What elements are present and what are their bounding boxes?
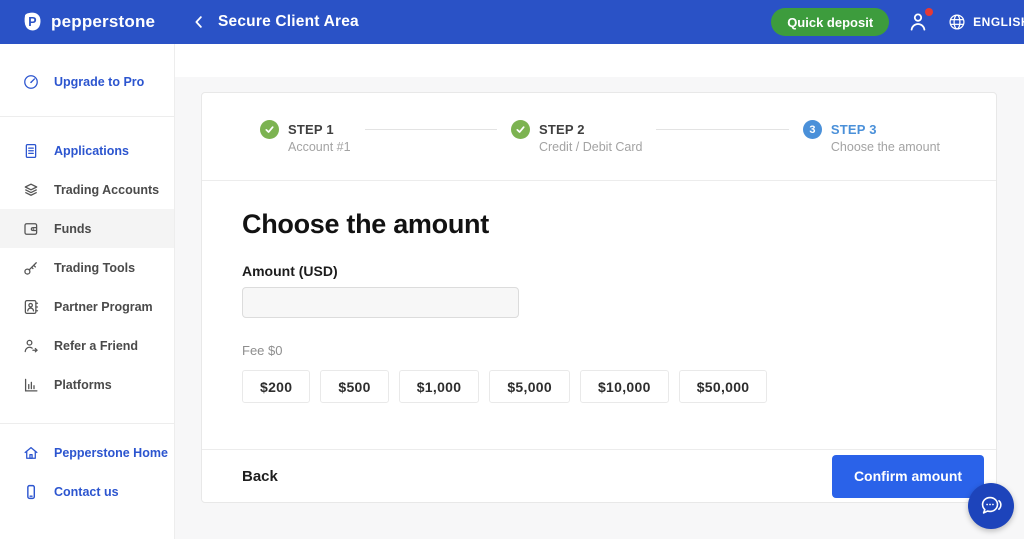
stepper-step-3: 3 STEP 3 Choose the amount (803, 120, 940, 154)
step-sublabel: Account #1 (288, 140, 351, 154)
confirm-amount-button[interactable]: Confirm amount (832, 455, 984, 498)
sidebar: Upgrade to Pro Applications Trading Acco… (0, 44, 175, 539)
sidebar-item-label: Partner Program (54, 300, 153, 314)
pepperstone-logo[interactable]: P pepperstone (0, 10, 175, 34)
stepper-connector (365, 129, 497, 130)
step-sublabel: Choose the amount (831, 140, 940, 154)
home-icon (22, 444, 40, 462)
top-bar: P pepperstone Secure Client Area Quick d… (0, 0, 1024, 44)
language-selector[interactable]: ENGLISH (947, 12, 1024, 32)
check-icon (260, 120, 279, 139)
sidebar-item-label: Upgrade to Pro (54, 75, 144, 89)
card-body: Choose the amount Amount (USD) Fee $0 $2… (202, 209, 996, 403)
check-icon (511, 120, 530, 139)
sidebar-item-pepperstone-home[interactable]: Pepperstone Home (0, 433, 174, 472)
sidebar-item-partner-program[interactable]: Partner Program (0, 287, 174, 326)
back-chevron-button[interactable] (190, 13, 208, 31)
sidebar-item-platforms[interactable]: Platforms (0, 365, 174, 404)
chat-bubble-icon (978, 493, 1004, 519)
sidebar-item-applications[interactable]: Applications (0, 131, 174, 170)
person-add-icon (22, 337, 40, 355)
sidebar-item-label: Applications (54, 144, 129, 158)
section-heading: Choose the amount (242, 209, 956, 240)
address-book-icon (22, 298, 40, 316)
notification-badge (925, 8, 933, 16)
account-menu-button[interactable] (906, 10, 930, 34)
main-area: STEP 1 Account #1 STEP 2 Credit / Debit … (175, 44, 1024, 539)
sidebar-item-label: Trading Tools (54, 261, 135, 275)
sidebar-divider (0, 423, 174, 424)
step-label: STEP 3 (831, 120, 940, 139)
preset-amount-button[interactable]: $1,000 (399, 370, 480, 403)
sidebar-item-refer-a-friend[interactable]: Refer a Friend (0, 326, 174, 365)
preset-amount-button[interactable]: $50,000 (679, 370, 768, 403)
step-sublabel: Credit / Debit Card (539, 140, 643, 154)
preset-amount-button[interactable]: $5,000 (489, 370, 570, 403)
sidebar-item-label: Platforms (54, 378, 112, 392)
sidebar-divider (0, 116, 174, 117)
stepper: STEP 1 Account #1 STEP 2 Credit / Debit … (202, 93, 996, 181)
svg-text:P: P (28, 15, 36, 29)
stepper-step-1: STEP 1 Account #1 (260, 120, 351, 154)
sidebar-item-label: Contact us (54, 485, 119, 499)
sidebar-item-trading-accounts[interactable]: Trading Accounts (0, 170, 174, 209)
step-label: STEP 2 (539, 120, 643, 139)
page-title: Secure Client Area (218, 13, 359, 31)
stepper-connector (656, 129, 788, 130)
preset-amount-button[interactable]: $200 (242, 370, 310, 403)
preset-amount-button[interactable]: $10,000 (580, 370, 669, 403)
sidebar-item-label: Refer a Friend (54, 339, 138, 353)
layers-icon (22, 181, 40, 199)
quick-deposit-button[interactable]: Quick deposit (771, 8, 889, 36)
fee-text: Fee $0 (242, 343, 956, 358)
pepperstone-shield-icon: P (20, 10, 44, 34)
phone-icon (22, 483, 40, 501)
deposit-card: STEP 1 Account #1 STEP 2 Credit / Debit … (201, 92, 997, 503)
globe-icon (947, 12, 967, 32)
amount-field-label: Amount (USD) (242, 263, 956, 279)
preset-amount-button[interactable]: $500 (320, 370, 388, 403)
wallet-icon (22, 220, 40, 238)
sidebar-item-label: Pepperstone Home (54, 446, 168, 460)
step-number-badge: 3 (803, 120, 822, 139)
sidebar-item-contact-us[interactable]: Contact us (0, 472, 174, 511)
preset-amounts: $200 $500 $1,000 $5,000 $10,000 $50,000 (242, 370, 956, 403)
live-chat-button[interactable] (968, 483, 1014, 529)
brand-name: pepperstone (51, 12, 155, 32)
gauge-icon (22, 73, 40, 91)
bar-chart-icon (22, 376, 40, 394)
document-icon (22, 142, 40, 160)
sidebar-item-label: Funds (54, 222, 92, 236)
sidebar-item-upgrade-to-pro[interactable]: Upgrade to Pro (0, 62, 174, 102)
sidebar-item-label: Trading Accounts (54, 183, 159, 197)
amount-input[interactable] (242, 287, 519, 318)
back-button[interactable]: Back (242, 468, 278, 485)
card-footer: Back Confirm amount (202, 449, 996, 502)
chevron-left-icon (190, 13, 208, 31)
sidebar-item-trading-tools[interactable]: Trading Tools (0, 248, 174, 287)
step-label: STEP 1 (288, 120, 351, 139)
stepper-step-2: STEP 2 Credit / Debit Card (511, 120, 643, 154)
language-label: ENGLISH (973, 15, 1024, 29)
sidebar-item-funds[interactable]: Funds (0, 209, 174, 248)
key-icon (22, 259, 40, 277)
